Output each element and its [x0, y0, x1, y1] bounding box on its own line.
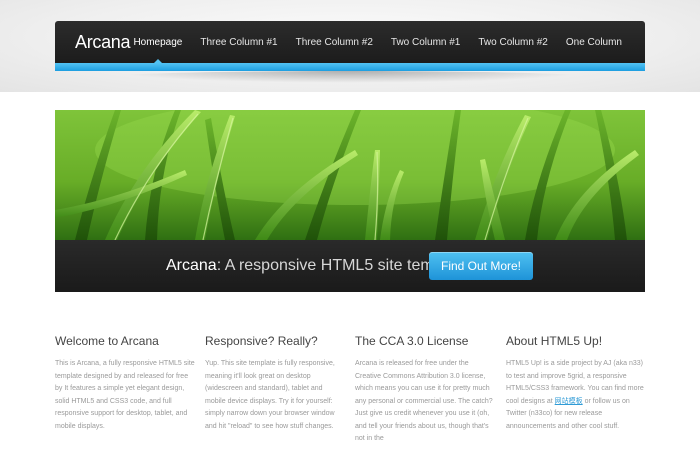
- column-title: Welcome to Arcana: [55, 334, 159, 348]
- hero-brand-name: Arcana: [166, 257, 217, 274]
- column-responsive: Responsive? Really? Yup. This site templ…: [205, 333, 345, 433]
- nav-item-one-column[interactable]: One Column: [557, 21, 631, 63]
- nav-item-two-column-1[interactable]: Two Column #1: [382, 21, 469, 63]
- top-navbar: Arcana Homepage Three Column #1 Three Co…: [55, 21, 645, 64]
- hero-cta-bar: Arcana: A responsive HTML5 site template…: [55, 240, 645, 292]
- column-text: Yup. This site template is fully respons…: [205, 360, 335, 430]
- template-site-link[interactable]: 网站模板: [555, 398, 583, 405]
- nav-accent-bar: [55, 63, 645, 71]
- hero-tagline: Arcana: A responsive HTML5 site template: [166, 240, 468, 292]
- column-about: About HTML5 Up! HTML5 Up! is a side proj…: [506, 333, 646, 433]
- column-title: About HTML5 Up!: [506, 334, 603, 348]
- column-text: Arcana is released for free under the Cr…: [355, 360, 493, 442]
- column-license: The CCA 3.0 License Arcana is released f…: [355, 333, 495, 446]
- grass-illustration: [55, 110, 645, 240]
- column-text: This is Arcana, a fully responsive HTML5…: [55, 360, 195, 430]
- nav-item-three-column-1[interactable]: Three Column #1: [191, 21, 286, 63]
- site-logo[interactable]: Arcana: [75, 21, 131, 63]
- column-title: The CCA 3.0 License: [355, 334, 469, 348]
- nav-menu: Homepage Three Column #1 Three Column #2…: [124, 21, 631, 64]
- column-text: HTML5 Up! is a side project by AJ (aka n…: [506, 358, 646, 433]
- nav-item-three-column-2[interactable]: Three Column #2: [287, 21, 382, 63]
- column-welcome: Welcome to Arcana This is Arcana, a full…: [55, 333, 195, 433]
- find-out-more-button[interactable]: Find Out More!: [429, 252, 533, 280]
- hero-grass-image: [55, 110, 645, 240]
- nav-drop-shadow: [110, 71, 590, 83]
- nav-item-homepage[interactable]: Homepage: [124, 21, 191, 64]
- nav-item-two-column-2[interactable]: Two Column #2: [469, 21, 556, 63]
- column-title: Responsive? Really?: [205, 334, 318, 348]
